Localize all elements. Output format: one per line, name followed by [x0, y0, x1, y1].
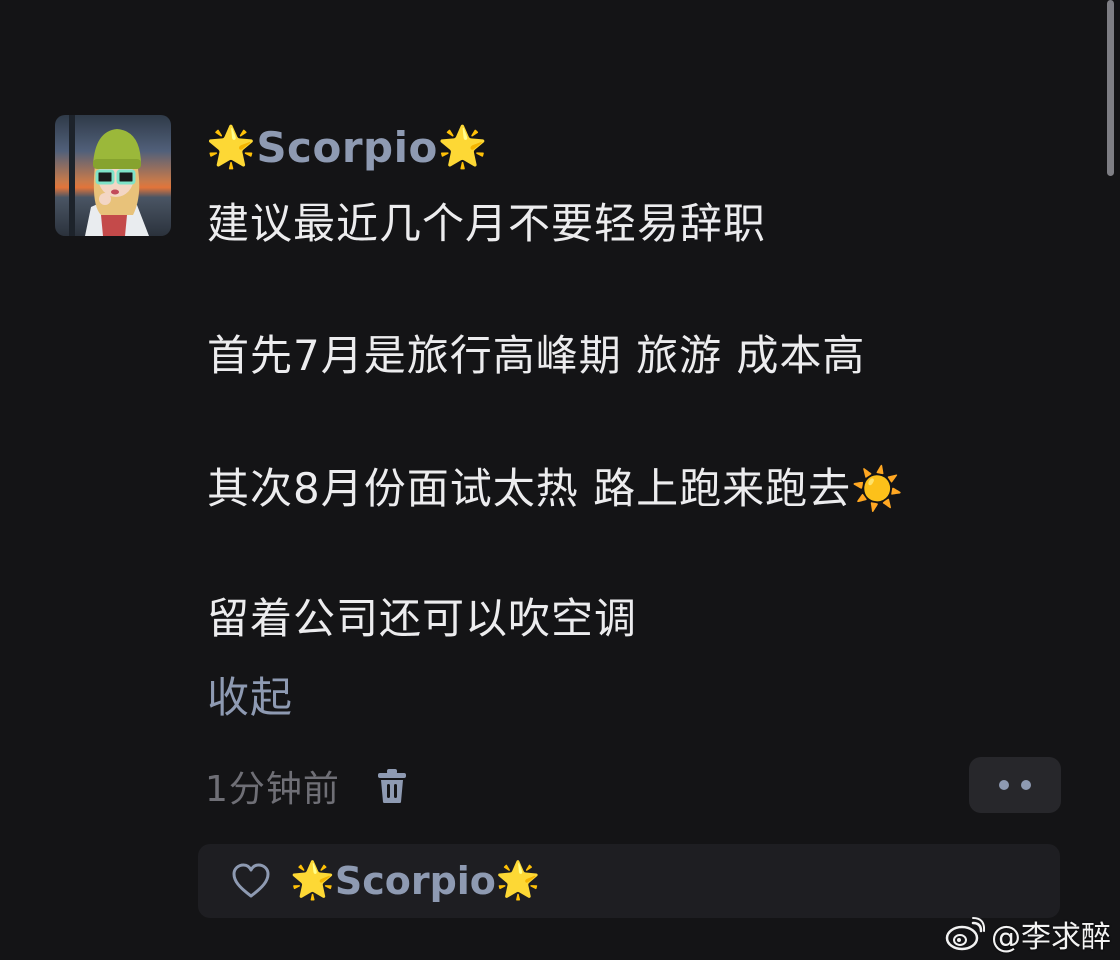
scrollbar-thumb[interactable]: [1107, 0, 1114, 176]
reply-username[interactable]: 🌟 Scorpio 🌟: [290, 852, 541, 910]
username-text: Scorpio: [256, 122, 438, 172]
more-dots-icon: [1021, 780, 1031, 790]
comment-line: 建议最近几个月不要轻易辞职: [207, 199, 767, 248]
watermark: @李求醉: [945, 912, 1111, 956]
comment-username[interactable]: 🌟 Scorpio 🌟: [206, 118, 488, 176]
more-options-button[interactable]: [969, 757, 1061, 813]
star-emoji-icon: 🌟: [437, 124, 489, 170]
timestamp: 1分钟前: [205, 769, 340, 810]
avatar-image: [69, 115, 149, 236]
trash-icon: [377, 769, 406, 803]
reply-username-text: Scorpio: [334, 859, 496, 903]
more-dots-icon: [999, 780, 1009, 790]
star-emoji-icon: 🌟: [290, 860, 335, 901]
comment-line: 首先7月是旅行高峰期 旅游 成本高: [207, 331, 866, 380]
comment-meta-row: 1分钟前: [205, 760, 410, 812]
star-emoji-icon: 🌟: [206, 124, 257, 170]
avatar[interactable]: [55, 115, 171, 236]
comment-line: 留着公司还可以吹空调: [207, 594, 638, 643]
weibo-logo-icon: [945, 917, 985, 951]
star-emoji-icon: 🌟: [495, 860, 541, 901]
collapse-link[interactable]: 收起: [207, 670, 293, 726]
heart-outline-icon: [232, 863, 270, 898]
like-button[interactable]: [231, 862, 271, 900]
delete-button[interactable]: [374, 764, 410, 808]
watermark-text: @李求醉: [991, 920, 1111, 955]
comment-line: 其次8月份面试太热 路上跑来跑去☀️: [207, 464, 905, 513]
